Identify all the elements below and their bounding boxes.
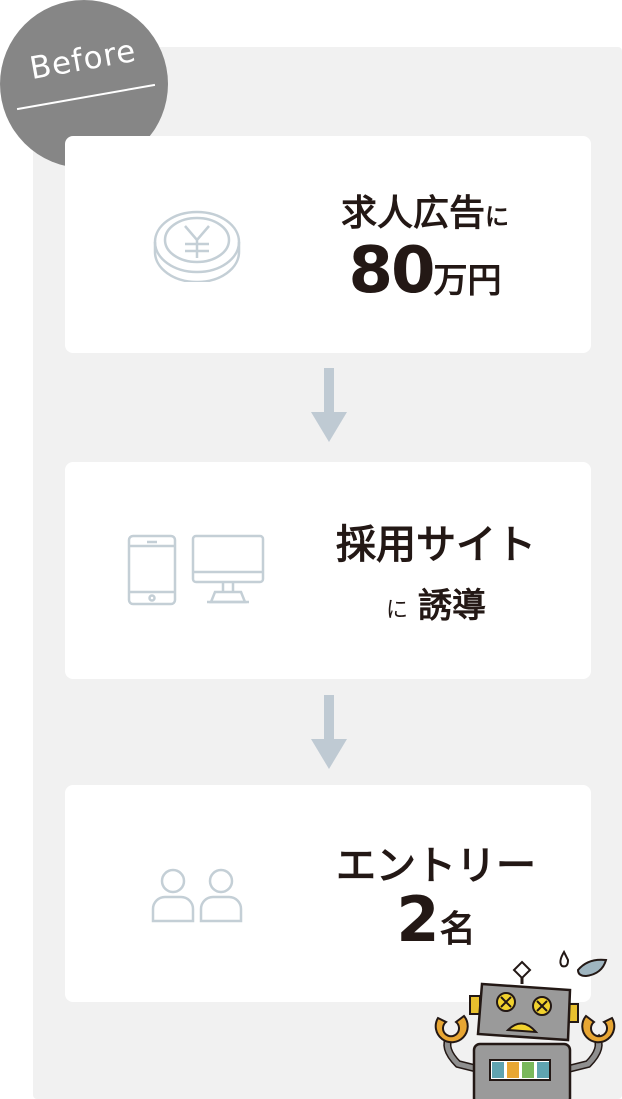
yen-coin-icon — [153, 210, 241, 282]
step2-prefix: に — [385, 598, 408, 623]
step2-title: 採用サイト — [336, 522, 536, 568]
step1-title: 求人広告 — [340, 193, 485, 234]
confused-robot-icon — [434, 949, 616, 1099]
devices-icon — [127, 534, 265, 606]
down-arrow-icon — [311, 695, 347, 769]
step1-title-suffix: に — [485, 203, 509, 231]
step-card-recruit-site: 採用サイト に誘導 — [65, 462, 591, 679]
step1-value: 80 — [348, 234, 435, 308]
badge-label: Before — [27, 32, 139, 88]
step3-value: 2 — [396, 883, 440, 956]
step-card-ad-cost: 求人広告に 80万円 — [65, 136, 591, 353]
step3-unit: 名 — [439, 909, 476, 950]
step2-subtitle: 誘導 — [418, 586, 486, 626]
people-icon — [151, 868, 243, 923]
step1-unit: 万円 — [433, 261, 502, 301]
down-arrow-icon — [311, 368, 347, 442]
badge-underline — [16, 83, 156, 111]
